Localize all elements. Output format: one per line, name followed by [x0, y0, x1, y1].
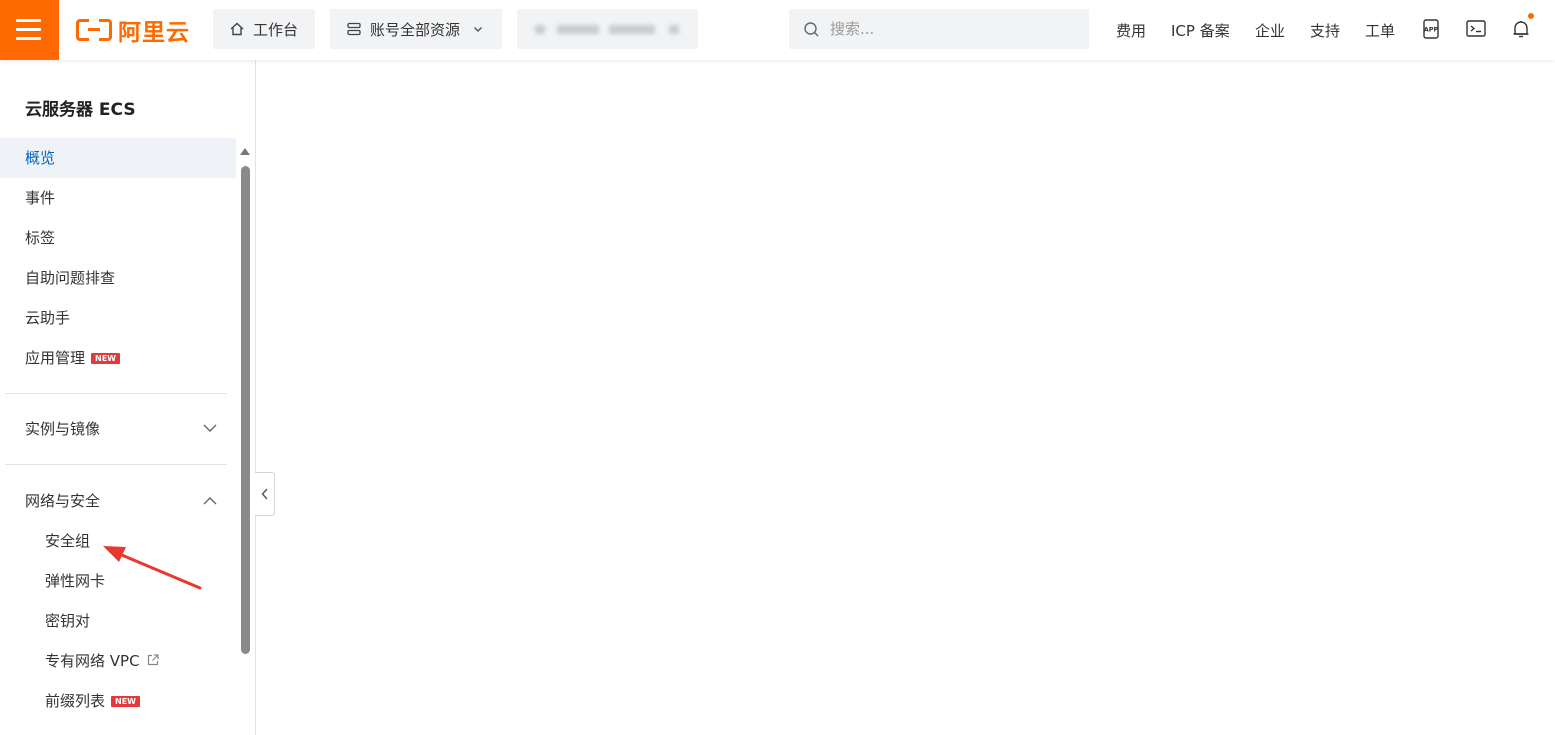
sidebar-collapse-button[interactable]	[255, 472, 275, 516]
sidebar-item-cloud-assistant[interactable]: 云助手	[0, 298, 236, 338]
search-input[interactable]	[828, 19, 1072, 39]
global-search[interactable]	[789, 9, 1089, 49]
sidebar-scrollbar-thumb[interactable]	[241, 166, 250, 654]
sidebar-item-label: 概览	[25, 149, 56, 167]
sidebar-item-label: 密钥对	[45, 612, 91, 630]
sidebar-item-troubleshooting[interactable]: 自助问题排查	[0, 258, 236, 298]
nav-link-support[interactable]: 支持	[1310, 20, 1340, 41]
aliyun-logo-icon	[76, 19, 112, 41]
home-icon	[229, 21, 245, 37]
sidebar-title: 云服务器 ECS	[25, 100, 136, 120]
sidebar-item-label: 应用管理	[25, 349, 86, 367]
annotation-arrow-icon	[103, 546, 202, 590]
terminal-icon[interactable]	[1465, 18, 1487, 44]
sidebar-item-label: 标签	[25, 229, 56, 247]
new-badge: NEW	[111, 696, 140, 707]
app-icon[interactable]: APP	[1420, 18, 1442, 44]
scroll-up-arrow-icon[interactable]	[240, 148, 250, 155]
sidebar-item-key-pairs[interactable]: 密钥对	[0, 601, 236, 641]
sidebar-item-label: 事件	[25, 189, 56, 207]
workbench-button[interactable]: 工作台	[213, 9, 315, 49]
chevron-down-icon	[202, 409, 218, 464]
sidebar-item-app-management[interactable]: 应用管理 NEW	[0, 338, 236, 378]
nav-link-icp[interactable]: ICP 备案	[1171, 20, 1230, 41]
sidebar-item-label: 前缀列表	[45, 692, 106, 710]
sidebar-item-overview[interactable]: 概览	[0, 138, 236, 178]
sidebar-group-instances-images[interactable]: 实例与镜像	[0, 409, 236, 449]
sidebar-item-vpc[interactable]: 专有网络 VPC	[0, 641, 236, 681]
workbench-label: 工作台	[253, 20, 299, 39]
search-icon	[803, 21, 820, 38]
hamburger-menu-button[interactable]	[0, 0, 59, 60]
ecs-sidebar: 云服务器 ECS 概览 事件 标签 自助问题排查 云助手 应用管理 NEW 实例与…	[0, 60, 256, 735]
nav-link-enterprise[interactable]: 企业	[1255, 20, 1285, 41]
database-icon	[346, 21, 362, 37]
nav-link-billing[interactable]: 费用	[1116, 20, 1146, 41]
sidebar-item-events[interactable]: 事件	[0, 178, 236, 218]
chevron-left-icon	[260, 487, 270, 501]
resource-scope-label: 账号全部资源	[370, 20, 461, 39]
new-badge: NEW	[91, 353, 120, 364]
resource-scope-dropdown[interactable]: 账号全部资源	[330, 9, 502, 49]
top-navigation-bar: 阿里云 工作台 账号全部资源 费用 ICP 备案 企业 支持 工单	[0, 0, 1555, 60]
logo-text: 阿里云	[118, 20, 190, 46]
sidebar-group-label: 实例与镜像	[25, 420, 101, 438]
sidebar-divider	[5, 393, 227, 394]
notification-dot	[1528, 13, 1534, 19]
sidebar-divider	[5, 464, 227, 465]
sidebar-item-prefix-list[interactable]: 前缀列表 NEW	[0, 681, 236, 721]
external-link-icon	[146, 642, 160, 682]
sidebar-item-label: 云助手	[25, 309, 71, 327]
sidebar-item-label: 专有网络 VPC	[45, 652, 140, 670]
sidebar-item-tags[interactable]: 标签	[0, 218, 236, 258]
account-selector-redacted[interactable]	[517, 9, 698, 49]
bell-icon[interactable]	[1510, 18, 1532, 44]
sidebar-item-label: 自助问题排查	[25, 269, 116, 287]
sidebar-group-label: 网络与安全	[25, 492, 101, 510]
sidebar-item-label: 安全组	[45, 532, 91, 550]
chevron-down-icon	[472, 23, 484, 35]
aliyun-logo[interactable]: 阿里云	[76, 17, 190, 46]
sidebar-group-network-security[interactable]: 网络与安全	[0, 481, 236, 521]
svg-text:APP: APP	[1424, 26, 1439, 34]
nav-link-ticket[interactable]: 工单	[1365, 20, 1395, 41]
